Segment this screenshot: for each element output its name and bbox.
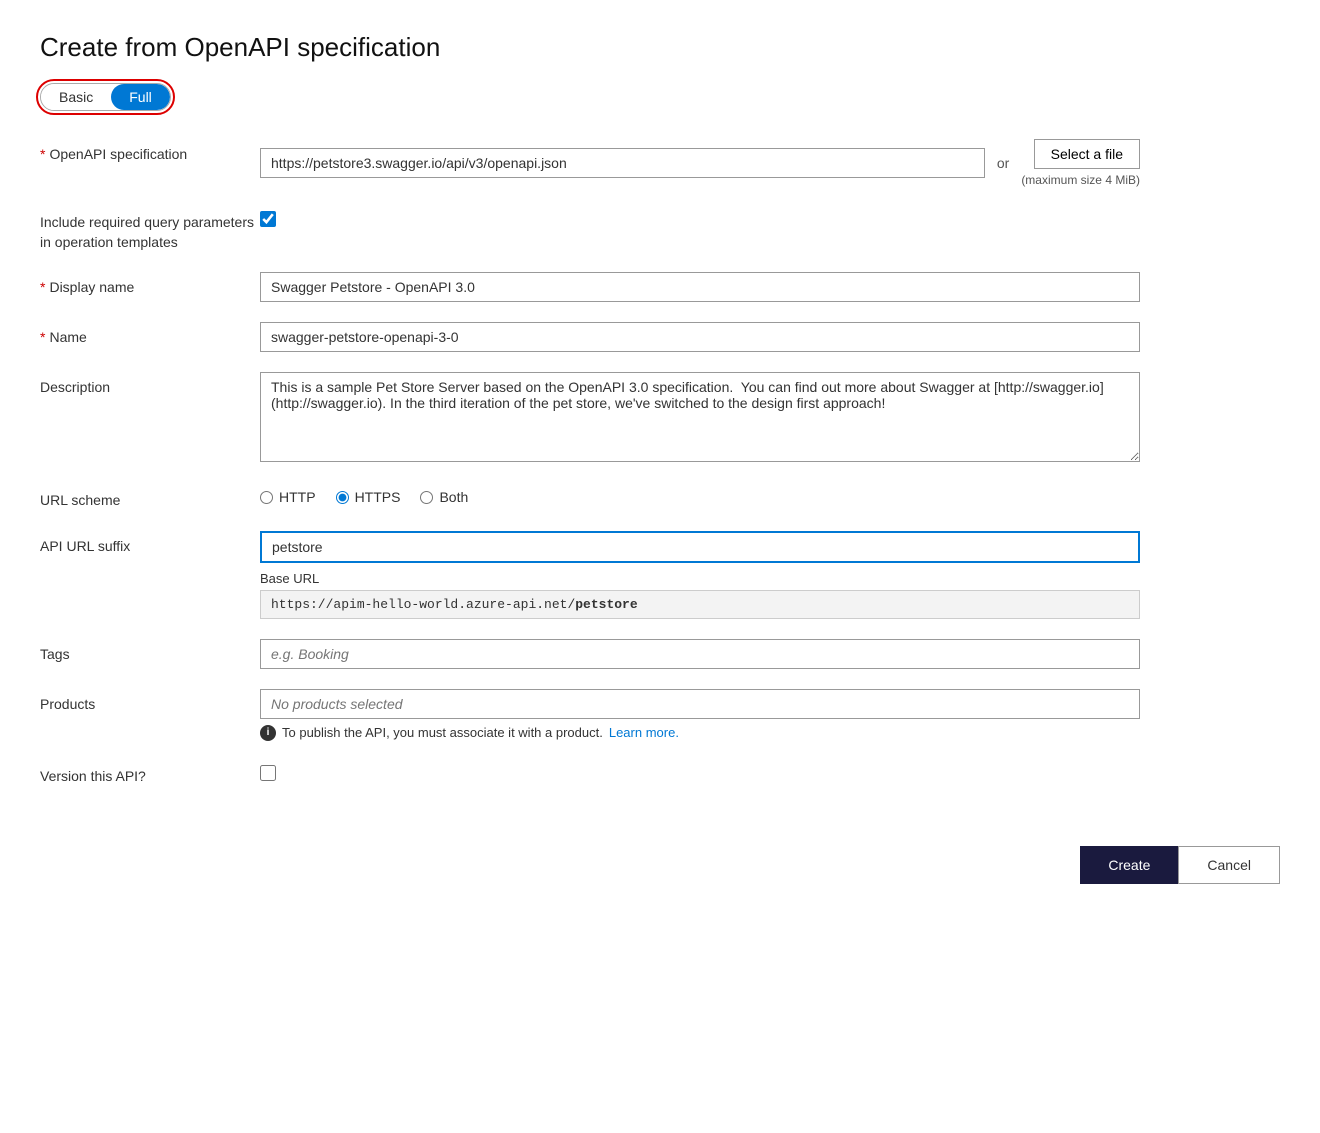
info-icon: i (260, 725, 276, 741)
description-label: Description (40, 372, 260, 398)
products-label: Products (40, 689, 260, 715)
version-checkbox[interactable] (260, 765, 276, 781)
name-input[interactable] (260, 322, 1140, 352)
tags-input[interactable] (260, 639, 1140, 669)
products-input[interactable] (260, 689, 1140, 719)
name-field (260, 322, 1140, 352)
include-params-field (260, 207, 1140, 227)
include-params-checkbox[interactable] (260, 211, 276, 227)
page-title: Create from OpenAPI specification (40, 32, 1280, 63)
description-textarea[interactable]: This is a sample Pet Store Server based … (260, 372, 1140, 462)
products-field: i To publish the API, you must associate… (260, 689, 1140, 741)
or-label: or (997, 155, 1009, 171)
toggle-full[interactable]: Full (111, 84, 170, 110)
openapi-field-group: or Select a file (maximum size 4 MiB) (260, 139, 1140, 187)
api-url-suffix-input[interactable] (260, 531, 1140, 563)
openapi-label: *OpenAPI specification (40, 139, 260, 165)
tags-label: Tags (40, 639, 260, 665)
url-scheme-http[interactable]: HTTP (260, 489, 316, 505)
openapi-input[interactable] (260, 148, 985, 178)
create-button[interactable]: Create (1080, 846, 1178, 884)
api-url-suffix-label: API URL suffix (40, 531, 260, 557)
url-scheme-field: HTTP HTTPS Both (260, 485, 1140, 505)
base-url-label: Base URL (260, 571, 1140, 586)
base-url-display: https://apim-hello-world.azure-api.net/p… (260, 590, 1140, 619)
view-toggle: Basic Full (40, 83, 171, 111)
file-size-info: (maximum size 4 MiB) (1021, 173, 1140, 187)
form-grid: *OpenAPI specification or Select a file … (40, 139, 1140, 786)
description-field: This is a sample Pet Store Server based … (260, 372, 1140, 465)
toggle-basic[interactable]: Basic (41, 84, 111, 110)
tags-field (260, 639, 1140, 669)
products-info: i To publish the API, you must associate… (260, 725, 1140, 741)
name-label: *Name (40, 322, 260, 348)
display-name-field (260, 272, 1140, 302)
display-name-label: *Display name (40, 272, 260, 298)
api-url-suffix-field: Base URL https://apim-hello-world.azure-… (260, 531, 1140, 619)
display-name-input[interactable] (260, 272, 1140, 302)
learn-more-link[interactable]: Learn more. (609, 725, 679, 740)
url-scheme-label: URL scheme (40, 485, 260, 511)
cancel-button[interactable]: Cancel (1178, 846, 1280, 884)
url-scheme-both[interactable]: Both (420, 489, 468, 505)
footer-buttons: Create Cancel (40, 846, 1280, 884)
include-params-label: Include required query parameters in ope… (40, 207, 260, 252)
version-field (260, 761, 1140, 781)
select-file-button[interactable]: Select a file (1034, 139, 1140, 169)
url-scheme-https[interactable]: HTTPS (336, 489, 401, 505)
version-label: Version this API? (40, 761, 260, 787)
